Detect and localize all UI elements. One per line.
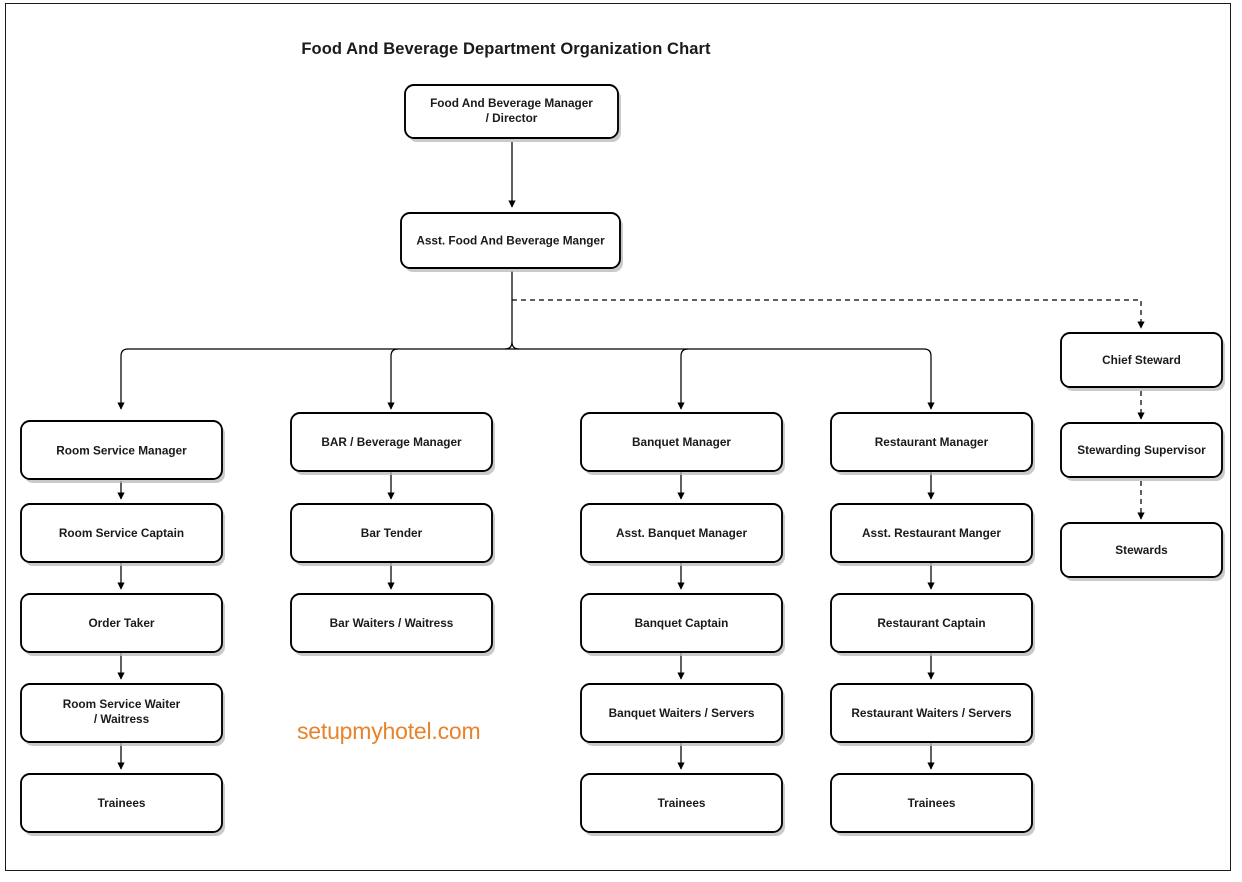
node-asst-banquet-manager[interactable]: Asst. Banquet Manager: [580, 503, 785, 566]
node-label: Stewards: [1115, 543, 1168, 557]
edge-bus-to-bar-manager: [387, 348, 399, 410]
node-restaurant-captain[interactable]: Restaurant Captain: [830, 593, 1035, 656]
node-restaurant-manager[interactable]: Restaurant Manager: [830, 412, 1035, 475]
node-label: Asst. Food And Beverage Manger: [416, 234, 605, 248]
node-room-service-waiter[interactable]: Room Service Waiter / Waitress: [20, 683, 225, 746]
node-label: Chief Steward: [1102, 353, 1181, 367]
node-label: Banquet Waiters / Servers: [609, 706, 755, 720]
node-label: BAR / Beverage Manager: [321, 435, 462, 449]
node-label-line1: Room Service Waiter: [63, 697, 181, 711]
node-label: Banquet Captain: [635, 616, 729, 630]
node-label: Stewarding Supervisor: [1077, 443, 1206, 457]
node-label: Asst. Banquet Manager: [616, 526, 748, 540]
node-label: Asst. Restaurant Manger: [862, 526, 1001, 540]
node-label: Room Service Manager: [56, 444, 187, 458]
site-watermark: setupmyhotel.com: [297, 718, 481, 744]
node-label: Trainees: [658, 796, 706, 810]
node-label: Room Service Captain: [59, 526, 184, 540]
node-layer: Food And Beverage Manager / Director Ass…: [20, 84, 1225, 836]
node-label: Bar Tender: [361, 526, 423, 540]
node-order-taker[interactable]: Order Taker: [20, 593, 225, 656]
node-label-line2: / Director: [486, 111, 538, 125]
edge-trunk-asst-fb-left: [504, 341, 513, 350]
node-bar-beverage-manager[interactable]: BAR / Beverage Manager: [290, 412, 495, 475]
node-banquet-manager[interactable]: Banquet Manager: [580, 412, 785, 475]
node-label-line2: / Waitress: [94, 712, 150, 726]
node-label: Banquet Manager: [632, 435, 731, 449]
node-banquet-captain[interactable]: Banquet Captain: [580, 593, 785, 656]
edge-bus-to-banquet-manager: [677, 348, 689, 410]
node-banquet-trainees[interactable]: Trainees: [580, 773, 785, 836]
org-chart-diagram: Food And Beverage Manager / Director Ass…: [20, 84, 1225, 836]
node-bar-tender[interactable]: Bar Tender: [290, 503, 495, 566]
node-banquet-waiters[interactable]: Banquet Waiters / Servers: [580, 683, 785, 746]
node-stewarding-supervisor[interactable]: Stewarding Supervisor: [1060, 422, 1225, 481]
node-room-service-captain[interactable]: Room Service Captain: [20, 503, 225, 566]
node-asst-restaurant-manager[interactable]: Asst. Restaurant Manger: [830, 503, 1035, 566]
node-label: Trainees: [98, 796, 146, 810]
edge-bus-to-room-service-manager: [117, 348, 129, 410]
node-restaurant-trainees[interactable]: Trainees: [830, 773, 1035, 836]
node-chief-steward[interactable]: Chief Steward: [1060, 332, 1225, 391]
edge-bus-to-restaurant-manager: [923, 348, 935, 410]
node-room-service-trainees[interactable]: Trainees: [20, 773, 225, 836]
node-room-service-manager[interactable]: Room Service Manager: [20, 420, 225, 483]
node-asst-food-and-beverage-manager[interactable]: Asst. Food And Beverage Manger: [400, 212, 623, 272]
node-label: Order Taker: [88, 616, 154, 630]
node-restaurant-waiters[interactable]: Restaurant Waiters / Servers: [830, 683, 1035, 746]
org-chart-page: Food And Beverage Department Organizatio…: [0, 0, 1242, 882]
node-label-line1: Food And Beverage Manager: [430, 96, 593, 110]
node-stewards[interactable]: Stewards: [1060, 522, 1225, 581]
node-label: Trainees: [908, 796, 956, 810]
edge-asst-fb-to-chief-steward: [512, 299, 1145, 329]
node-label: Restaurant Waiters / Servers: [851, 706, 1012, 720]
edge-trunk-asst-fb: [511, 271, 520, 350]
node-bar-waiters[interactable]: Bar Waiters / Waitress: [290, 593, 495, 656]
node-label: Restaurant Manager: [875, 435, 989, 449]
node-label: Bar Waiters / Waitress: [330, 616, 454, 630]
node-label: Restaurant Captain: [877, 616, 985, 630]
node-food-and-beverage-manager[interactable]: Food And Beverage Manager / Director: [404, 84, 621, 142]
